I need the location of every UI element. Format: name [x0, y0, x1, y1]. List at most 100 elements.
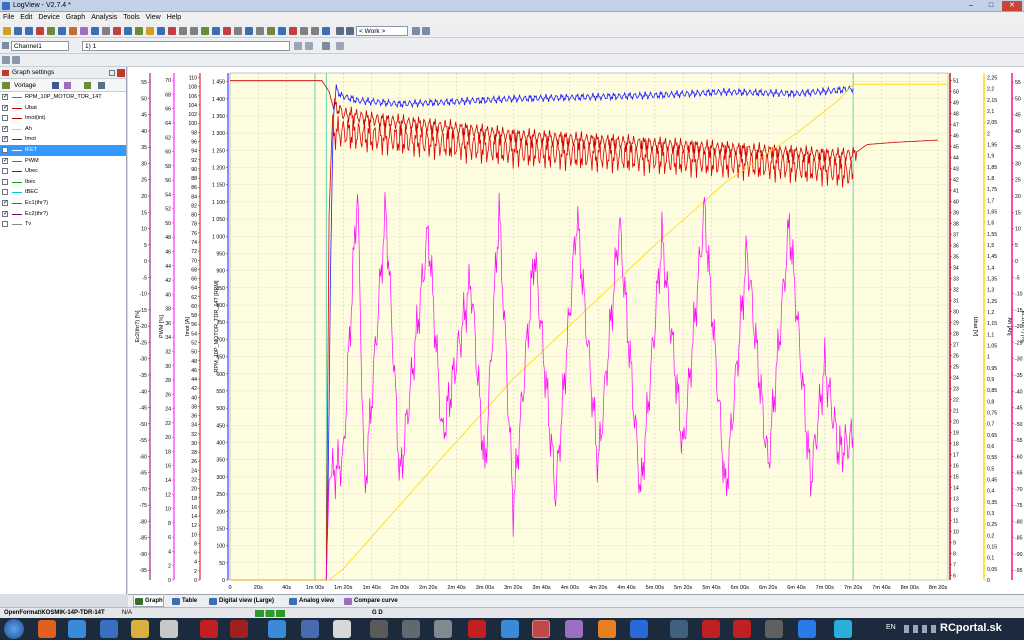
toolbar-icon[interactable] — [69, 27, 77, 35]
taskbar-app-icon[interactable] — [38, 620, 56, 638]
menu-edit[interactable]: Edit — [17, 12, 35, 24]
profile-select[interactable]: Vorlage — [14, 79, 36, 92]
close-button[interactable]: ✕ — [1002, 1, 1022, 11]
taskbar-app-icon[interactable] — [565, 620, 583, 638]
channel-checkbox[interactable]: ✓ — [2, 104, 8, 111]
channel-item[interactable]: Ubec — [0, 166, 126, 177]
toolbar-icon[interactable] — [278, 27, 286, 35]
channel-checkbox[interactable]: ✓ — [2, 157, 8, 164]
channel-checkbox[interactable] — [2, 189, 8, 196]
menu-file[interactable]: File — [0, 12, 17, 24]
taskbar-app-icon[interactable] — [100, 620, 118, 638]
language-indicator[interactable]: EN — [886, 624, 896, 631]
taskbar-app-icon[interactable] — [131, 620, 149, 638]
maximize-button[interactable]: □ — [982, 1, 1000, 11]
menu-analysis[interactable]: Analysis — [88, 12, 120, 24]
channel-checkbox[interactable] — [2, 221, 8, 228]
toolbar-icon[interactable] — [245, 27, 253, 35]
taskbar-app-icon[interactable] — [268, 620, 286, 638]
taskbar-app-icon[interactable] — [598, 620, 616, 638]
toolbar-icon[interactable] — [267, 27, 275, 35]
save-icon[interactable] — [52, 82, 59, 89]
tab-table[interactable]: Table — [171, 596, 197, 607]
work-select[interactable]: < Work > — [356, 26, 408, 36]
toolbar-icon[interactable] — [102, 27, 110, 35]
settings-icon[interactable] — [98, 82, 105, 89]
channel-item[interactable]: Tv — [0, 219, 126, 230]
tab-compare-curve[interactable]: Compare curve — [343, 596, 398, 607]
session-add-icon[interactable] — [336, 42, 344, 50]
toolbar-icon[interactable] — [91, 27, 99, 35]
tab-graph[interactable]: Graph — [133, 596, 164, 607]
channel-item[interactable]: ✓ Ec1(thr?) — [0, 198, 126, 209]
channel-item[interactable]: Ibec — [0, 177, 126, 188]
toolbar-icon[interactable] — [300, 27, 308, 35]
toolbar-icon[interactable] — [113, 27, 121, 35]
taskbar-app-icon[interactable] — [160, 620, 178, 638]
taskbar-app-icon[interactable] — [670, 620, 688, 638]
channel-checkbox[interactable]: ✓ — [2, 125, 8, 132]
toolbar-icon[interactable] — [157, 27, 165, 35]
sort-icon[interactable] — [84, 82, 91, 89]
prev-session-icon[interactable] — [294, 42, 302, 50]
channel-item[interactable]: tFET — [0, 144, 126, 156]
taskbar-app-icon[interactable] — [68, 620, 86, 638]
toolbar-icon[interactable] — [201, 27, 209, 35]
taskbar-app-icon[interactable] — [765, 620, 783, 638]
toolbar-icon[interactable] — [168, 27, 176, 35]
minimize-button[interactable]: – — [962, 1, 980, 11]
toolbar-icon[interactable] — [58, 27, 66, 35]
tab-digital-view-large[interactable]: Digital view (Large) — [208, 596, 274, 607]
channel-item[interactable]: ✓ Ec2(thr?) — [0, 209, 126, 220]
toolbar-icon[interactable] — [346, 27, 354, 35]
channel-select[interactable]: Channel1 — [11, 41, 69, 51]
channel-checkbox[interactable] — [2, 178, 8, 185]
taskbar-app-icon[interactable] — [501, 620, 519, 638]
taskbar-app-icon[interactable] — [702, 620, 720, 638]
channel-item[interactable]: ✓ Ah — [0, 124, 126, 135]
taskbar-app-icon[interactable] — [532, 620, 550, 638]
channel-checkbox[interactable]: ✓ — [2, 210, 8, 217]
toolbar-icon[interactable] — [311, 27, 319, 35]
toolbar-icon[interactable] — [289, 27, 297, 35]
toolbar-icon[interactable] — [80, 27, 88, 35]
session-menu-icon[interactable] — [322, 42, 330, 50]
taskbar-app-icon[interactable] — [370, 620, 388, 638]
toolbar-icon[interactable] — [212, 27, 220, 35]
toolbar-icon[interactable] — [124, 27, 132, 35]
channel-item[interactable]: Imot(int) — [0, 113, 126, 124]
menu-view[interactable]: View — [143, 12, 164, 24]
menu-tools[interactable]: Tools — [120, 12, 142, 24]
taskbar-app-icon[interactable] — [200, 620, 218, 638]
toolbar-icon[interactable] — [36, 27, 44, 35]
toolbar-icon[interactable] — [223, 27, 231, 35]
toolbar-icon[interactable] — [422, 27, 430, 35]
tab-analog-view[interactable]: Analog view — [288, 596, 334, 607]
taskbar-app-icon[interactable] — [402, 620, 420, 638]
taskbar-app-icon[interactable] — [468, 620, 486, 638]
toolbar-icon[interactable] — [322, 27, 330, 35]
channel-item[interactable]: tBEC — [0, 187, 126, 198]
taskbar-app-icon[interactable] — [434, 620, 452, 638]
menu-graph[interactable]: Graph — [63, 12, 88, 24]
channel-item[interactable]: ✓ RPM_10P_MOTOR_TDR_14T — [0, 92, 126, 103]
toolbar-icon[interactable] — [412, 27, 420, 35]
toolbar-icon[interactable] — [25, 27, 33, 35]
channel-checkbox[interactable] — [2, 115, 8, 122]
toolbar-icon[interactable] — [47, 27, 55, 35]
channel-item[interactable]: ✓ PWM — [0, 156, 126, 167]
session-select[interactable]: 1) 1 — [82, 41, 290, 51]
channel-checkbox[interactable]: ✓ — [2, 136, 8, 143]
taskbar-app-icon[interactable] — [630, 620, 648, 638]
toolbar-icon[interactable] — [190, 27, 198, 35]
channel-item[interactable]: ✓ Ubat — [0, 103, 126, 114]
plot-area[interactable] — [229, 72, 949, 581]
toolbar-icon[interactable] — [234, 27, 242, 35]
taskbar-app-icon[interactable] — [230, 620, 248, 638]
toolbar-icon[interactable] — [135, 27, 143, 35]
pin-icon[interactable] — [109, 70, 115, 76]
toolbar-icon[interactable] — [146, 27, 154, 35]
channel-checkbox[interactable] — [2, 168, 8, 175]
menu-help[interactable]: Help — [164, 12, 184, 24]
taskbar-app-icon[interactable] — [834, 620, 852, 638]
